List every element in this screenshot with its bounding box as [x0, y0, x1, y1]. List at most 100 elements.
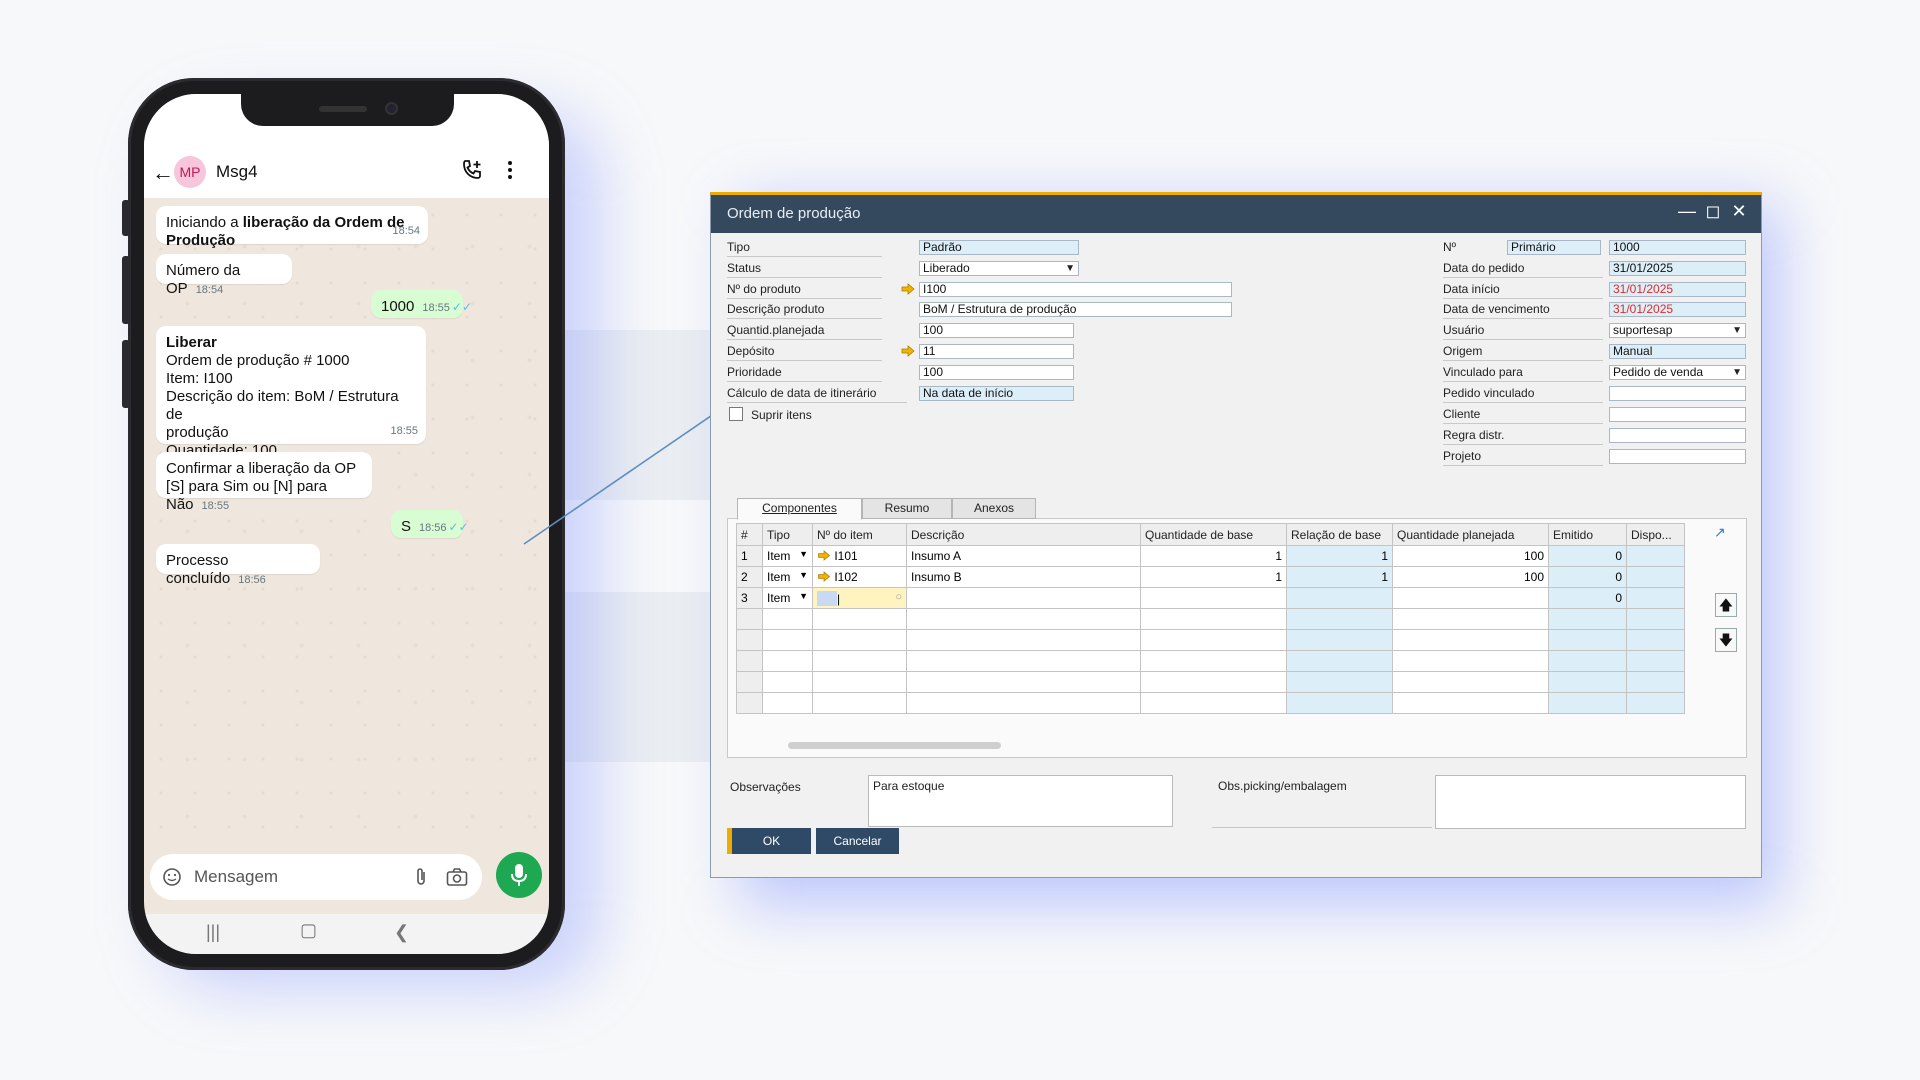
empty-cell[interactable]: [812, 629, 907, 651]
cell-item-number[interactable]: I101: [812, 545, 907, 567]
search-icon[interactable]: ○: [895, 591, 902, 603]
cell-item-number[interactable]: I102: [812, 566, 907, 588]
empty-cell[interactable]: [1140, 692, 1287, 714]
cancel-button[interactable]: Cancelar: [816, 828, 899, 854]
cell-base-quantity[interactable]: [1140, 587, 1287, 609]
ok-button[interactable]: OK: [732, 828, 811, 854]
dropdown-linked-to[interactable]: Pedido de venda ▼: [1609, 365, 1746, 380]
empty-cell[interactable]: [812, 671, 907, 693]
field-product-description[interactable]: BoM / Estrutura de produção: [919, 302, 1232, 317]
field-customer[interactable]: [1609, 407, 1746, 422]
link-arrow-icon[interactable]: [817, 550, 831, 561]
minimize-icon[interactable]: —: [1677, 201, 1697, 223]
chevron-down-icon[interactable]: ▼: [1732, 366, 1742, 379]
cell-type[interactable]: Item ▼: [762, 545, 813, 567]
empty-row[interactable]: [736, 650, 1685, 672]
cell-type[interactable]: Item ▼: [762, 587, 813, 609]
column-header[interactable]: #: [736, 523, 763, 546]
field-series[interactable]: Primário: [1507, 240, 1601, 255]
empty-cell[interactable]: [762, 692, 813, 714]
expand-grid-icon[interactable]: ↗: [1714, 524, 1726, 541]
column-header[interactable]: Quantidade de base: [1140, 523, 1287, 546]
empty-cell[interactable]: [1392, 671, 1549, 693]
grid-horizontal-scrollbar[interactable]: [788, 742, 1001, 749]
empty-cell[interactable]: [1140, 629, 1287, 651]
chevron-down-icon[interactable]: ▼: [1065, 262, 1075, 275]
column-header[interactable]: Tipo: [762, 523, 813, 546]
empty-cell[interactable]: [762, 608, 813, 630]
tab-components[interactable]: Componentes: [737, 498, 862, 520]
cell-planned-quantity[interactable]: 100: [1392, 545, 1549, 567]
empty-cell[interactable]: [1140, 671, 1287, 693]
empty-row[interactable]: [736, 671, 1685, 693]
tab-attachments[interactable]: Anexos: [952, 498, 1036, 519]
picking-remarks-field[interactable]: [1435, 775, 1746, 829]
field-due-date[interactable]: 31/01/2025: [1609, 302, 1746, 317]
cell-description[interactable]: Insumo A: [906, 545, 1141, 567]
empty-row[interactable]: [736, 608, 1685, 630]
dropdown-status[interactable]: Liberado ▼: [919, 261, 1079, 276]
field-priority[interactable]: 100: [919, 365, 1074, 380]
column-header[interactable]: Quantidade planejada: [1392, 523, 1549, 546]
checkbox-suprir-itens[interactable]: [729, 407, 743, 421]
cell-base-quantity[interactable]: 1: [1140, 545, 1287, 567]
table-row[interactable]: 3 Item ▼ | ○ 0: [736, 587, 1685, 609]
chevron-down-icon[interactable]: ▼: [1732, 324, 1742, 337]
field-distribution-rule[interactable]: [1609, 428, 1746, 443]
field-origin[interactable]: Manual: [1609, 344, 1746, 359]
empty-cell[interactable]: [906, 671, 1141, 693]
empty-cell[interactable]: [1140, 608, 1287, 630]
field-product-number[interactable]: I100: [919, 282, 1232, 297]
remarks-field[interactable]: Para estoque: [868, 775, 1173, 827]
close-icon[interactable]: ✕: [1729, 201, 1749, 223]
field-start-date[interactable]: 31/01/2025: [1609, 282, 1746, 297]
empty-row[interactable]: [736, 692, 1685, 714]
field-document-number[interactable]: 1000: [1609, 240, 1746, 255]
field-planned-quantity[interactable]: 100: [919, 323, 1074, 338]
link-arrow-icon[interactable]: [901, 345, 915, 357]
empty-cell[interactable]: [1392, 650, 1549, 672]
field-order-date[interactable]: 31/01/2025: [1609, 261, 1746, 276]
cell-planned-quantity[interactable]: 100: [1392, 566, 1549, 588]
column-header[interactable]: Emitido: [1548, 523, 1627, 546]
table-row[interactable]: 2 Item ▼ I102 Insumo B 1 1 100 0: [736, 566, 1685, 588]
field-project[interactable]: [1609, 449, 1746, 464]
field-linked-order[interactable]: [1609, 386, 1746, 401]
empty-cell[interactable]: [906, 629, 1141, 651]
maximize-icon[interactable]: ◻: [1703, 201, 1723, 223]
empty-cell[interactable]: [1392, 608, 1549, 630]
chevron-down-icon[interactable]: ▼: [799, 570, 808, 580]
empty-cell[interactable]: [762, 671, 813, 693]
empty-cell[interactable]: [1392, 629, 1549, 651]
tab-summary[interactable]: Resumo: [862, 498, 952, 519]
cell-type[interactable]: Item ▼: [762, 566, 813, 588]
cell-description[interactable]: Insumo B: [906, 566, 1141, 588]
empty-cell[interactable]: [812, 608, 907, 630]
empty-cell[interactable]: [812, 650, 907, 672]
table-row[interactable]: 1 Item ▼ I101 Insumo A 1 1 100 0: [736, 545, 1685, 567]
empty-cell[interactable]: [906, 650, 1141, 672]
field-routing-date-calculation[interactable]: Na data de início: [919, 386, 1074, 401]
link-arrow-icon[interactable]: [817, 571, 831, 582]
cell-planned-quantity[interactable]: [1392, 587, 1549, 609]
column-header[interactable]: Nº do item: [812, 523, 907, 546]
chevron-down-icon[interactable]: ▼: [799, 549, 808, 559]
empty-row[interactable]: [736, 629, 1685, 651]
move-row-up-button[interactable]: 🡅: [1715, 593, 1737, 617]
empty-cell[interactable]: [762, 629, 813, 651]
column-header[interactable]: Descrição: [906, 523, 1141, 546]
column-header[interactable]: Dispo...: [1626, 523, 1685, 546]
chevron-down-icon[interactable]: ▼: [799, 591, 808, 601]
link-arrow-icon[interactable]: [901, 283, 915, 295]
cell-description[interactable]: [906, 587, 1141, 609]
column-header[interactable]: Relação de base: [1286, 523, 1393, 546]
move-row-down-button[interactable]: 🡇: [1715, 628, 1737, 652]
field-tipo[interactable]: Padrão: [919, 240, 1079, 255]
components-grid[interactable]: # Tipo Nº do item Descrição Quantidade d…: [736, 523, 1685, 714]
empty-cell[interactable]: [762, 650, 813, 672]
empty-cell[interactable]: [812, 692, 907, 714]
dropdown-user[interactable]: suportesap ▼: [1609, 323, 1746, 338]
empty-cell[interactable]: [1140, 650, 1287, 672]
empty-cell[interactable]: [1392, 692, 1549, 714]
empty-cell[interactable]: [906, 692, 1141, 714]
